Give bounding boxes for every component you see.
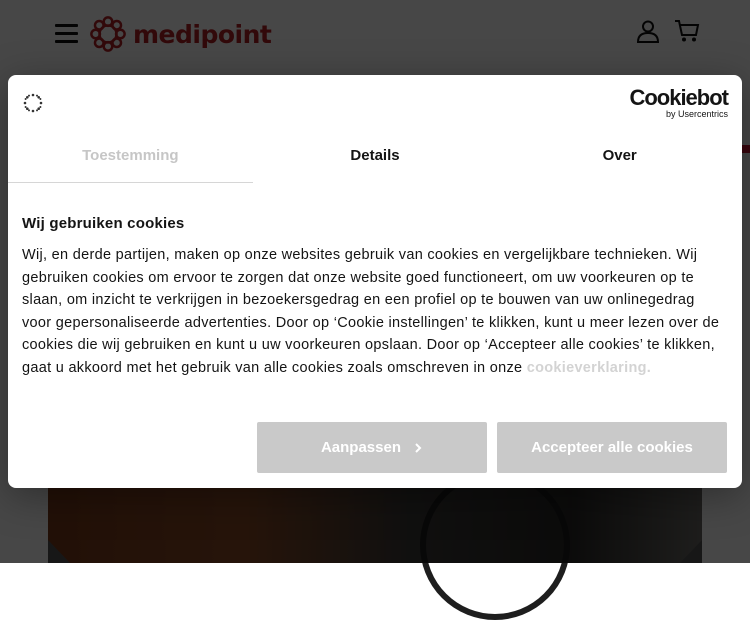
cookiebot-logo[interactable]: Cookiebot by Usercentrics [629, 85, 729, 120]
chevron-right-icon [415, 442, 422, 453]
cookie-policy-link[interactable]: cookieverklaring. [527, 360, 651, 376]
brand-name: Cookiebot [629, 85, 729, 110]
tab-details[interactable]: Details [253, 137, 498, 183]
brand-subtitle: by Usercentrics [665, 109, 728, 119]
consent-content: Wij gebruiken cookies Wij, en derde part… [22, 215, 728, 379]
customize-label: Aanpassen [320, 439, 402, 456]
cookie-dialog: Cookiebot by Usercentrics Toestemming De… [8, 75, 742, 488]
cookiebot-badge-icon[interactable] [22, 92, 44, 114]
accept-all-button[interactable]: Accepteer alle cookies [497, 422, 727, 473]
consent-text: Wij, en derde partijen, maken op onze we… [22, 247, 720, 376]
consent-body: Wij, en derde partijen, maken op onze we… [22, 244, 728, 379]
consent-tabs: Toestemming Details Over [8, 137, 742, 183]
tab-toestemming[interactable]: Toestemming [8, 137, 253, 183]
tab-over[interactable]: Over [497, 137, 742, 183]
customize-button[interactable]: Aanpassen [257, 422, 487, 473]
consent-title: Wij gebruiken cookies [22, 215, 185, 232]
